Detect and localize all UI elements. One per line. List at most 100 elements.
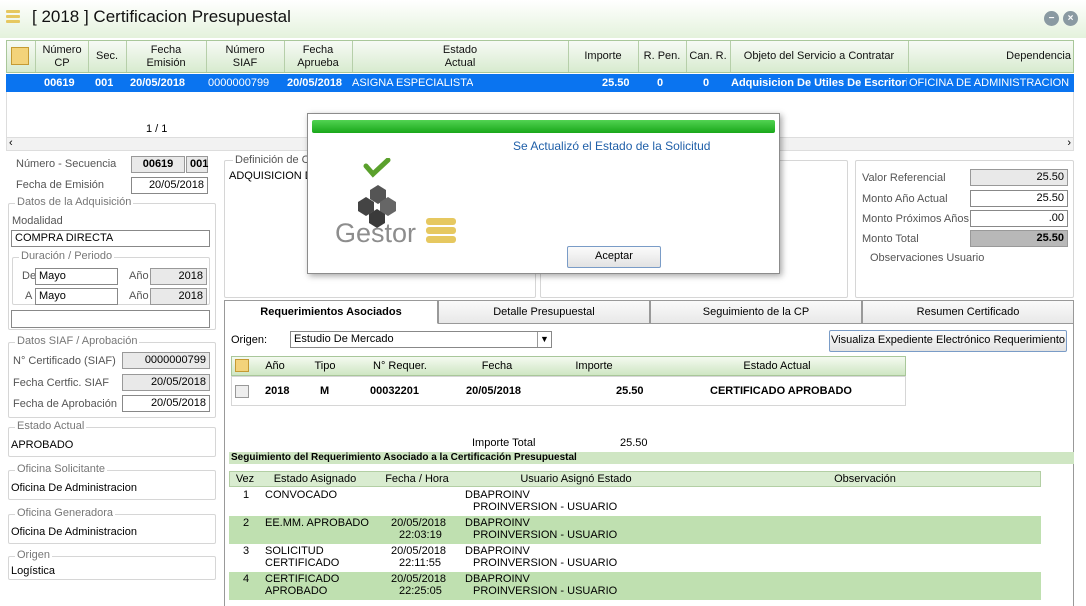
cell-fecha-aprueba: 20/05/2018 bbox=[287, 77, 343, 89]
col-numero-cp[interactable]: Número CP bbox=[37, 44, 87, 70]
seg-perfil: PROINVERSION - USUARIO bbox=[473, 529, 618, 541]
req-col-estado[interactable]: Estado Actual bbox=[647, 360, 907, 372]
req-col-nro[interactable]: N° Requer. bbox=[350, 360, 450, 372]
oficina-generadora-legend: Oficina Generadora bbox=[15, 507, 115, 519]
scroll-left-icon[interactable]: ‹ bbox=[9, 137, 13, 149]
cert-siaf-field[interactable]: 0000000799 bbox=[122, 352, 210, 369]
seg-col-estado[interactable]: Estado Asignado bbox=[260, 473, 370, 485]
close-icon[interactable]: × bbox=[1063, 11, 1078, 26]
anio-field-2[interactable]: 2018 bbox=[150, 288, 207, 305]
oficina-generadora-value: Oficina De Administracion bbox=[11, 526, 137, 538]
cell-estado: ASIGNA ESPECIALISTA bbox=[352, 77, 474, 89]
seg-perfil: PROINVERSION - USUARIO bbox=[473, 501, 618, 513]
tab-resumen-certificado[interactable]: Resumen Certificado bbox=[862, 300, 1074, 324]
seg-col-vez[interactable]: Vez bbox=[232, 473, 258, 485]
req-cell-tipo: M bbox=[320, 385, 330, 397]
col-estado-actual[interactable]: Estado Actual bbox=[353, 44, 567, 70]
req-col-importe[interactable]: Importe bbox=[544, 360, 644, 372]
modalidad-label: Modalidad bbox=[12, 215, 63, 227]
fecha-aprob-field[interactable]: 20/05/2018 bbox=[122, 395, 210, 412]
gestor-logo-text: Gestor bbox=[335, 218, 417, 248]
visualiza-expediente-button[interactable]: Visualiza Expediente Electrónico Requeri… bbox=[829, 330, 1067, 352]
grid-row-selected[interactable]: 00619 001 20/05/2018 0000000799 20/05/20… bbox=[6, 74, 1074, 92]
a-label: A bbox=[25, 290, 33, 302]
seguimiento-header: Vez Estado Asignado Fecha / Hora Usuario… bbox=[229, 471, 1041, 487]
seg-perfil: PROINVERSION - USUARIO bbox=[473, 557, 618, 569]
valor-ref-field[interactable]: 25.50 bbox=[970, 169, 1068, 186]
col-numero-siaf[interactable]: Número SIAF bbox=[207, 44, 283, 70]
req-cell-nro: 00032201 bbox=[370, 385, 419, 397]
monto-actual-field[interactable]: 25.50 bbox=[970, 190, 1068, 207]
origen-legend: Origen bbox=[15, 549, 53, 561]
seg-estado: CONVOCADO bbox=[265, 489, 338, 501]
req-col-tipo[interactable]: Tipo bbox=[302, 360, 348, 372]
tab-seguimiento-cp[interactable]: Seguimiento de la CP bbox=[650, 300, 862, 324]
tab-detalle-presupuestal[interactable]: Detalle Presupuestal bbox=[438, 300, 650, 324]
edit-icon[interactable] bbox=[235, 385, 249, 398]
req-cell-anio: 2018 bbox=[265, 385, 290, 397]
scroll-right-icon[interactable]: › bbox=[1067, 137, 1071, 149]
seguimiento-title: Seguimiento del Requerimiento Asociado a… bbox=[229, 452, 1074, 464]
cell-sec: 001 bbox=[95, 77, 114, 89]
monto-total-field[interactable]: 25.50 bbox=[970, 230, 1068, 247]
a-mes-field[interactable]: Mayo bbox=[35, 288, 118, 305]
seg-row[interactable]: 1 CONVOCADO DBAPROINV PROINVERSION - USU… bbox=[229, 488, 1041, 516]
origen-label: Origen: bbox=[231, 334, 268, 346]
seg-row[interactable]: 2 EE.MM. APROBADO 20/05/2018 22:03:19 DB… bbox=[229, 516, 1041, 544]
fecha-aprob-label: Fecha de Aprobación bbox=[13, 398, 117, 410]
secuencia-field[interactable]: 001 bbox=[186, 156, 208, 173]
cell-fecha-emision: 20/05/2018 bbox=[130, 77, 186, 89]
menu-icon[interactable] bbox=[6, 10, 20, 23]
tab-requerimientos[interactable]: Requerimientos Asociados bbox=[224, 300, 438, 324]
datos-siaf-legend: Datos SIAF / Aprobación bbox=[15, 335, 140, 347]
aceptar-button[interactable]: Aceptar bbox=[567, 246, 661, 268]
origen-select[interactable]: Estudio De Mercado ▼ bbox=[290, 331, 552, 348]
col-r-pen[interactable]: R. Pen. bbox=[639, 50, 685, 63]
adquisicion-extra-field[interactable] bbox=[11, 310, 210, 328]
valor-ref-label: Valor Referencial bbox=[862, 172, 946, 184]
export-icon[interactable] bbox=[11, 47, 29, 65]
seg-usuario: DBAPROINV bbox=[465, 545, 530, 557]
req-col-fecha[interactable]: Fecha bbox=[452, 360, 542, 372]
seg-usuario: DBAPROINV bbox=[465, 517, 530, 529]
origen-value: Logística bbox=[11, 565, 56, 577]
duracion-legend: Duración / Periodo bbox=[19, 250, 115, 262]
message-dialog: Se Actualizó el Estado de la Solicitud G… bbox=[307, 113, 780, 274]
seg-vez: 4 bbox=[243, 573, 250, 585]
seg-fecha: 20/05/2018 bbox=[391, 545, 447, 557]
col-fecha-aprueba[interactable]: Fecha Aprueba bbox=[285, 44, 351, 70]
req-col-anio[interactable]: Año bbox=[252, 360, 298, 372]
fecha-cert-field[interactable]: 20/05/2018 bbox=[122, 374, 210, 391]
chevron-down-icon[interactable]: ▼ bbox=[537, 332, 551, 347]
req-grid-header: Año Tipo N° Requer. Fecha Importe Estado… bbox=[231, 356, 906, 376]
definicion-legend: Definición de C bbox=[233, 154, 312, 166]
anio-label-2: Año bbox=[129, 290, 149, 302]
col-sec[interactable]: Sec. bbox=[89, 50, 125, 63]
col-importe[interactable]: Importe bbox=[569, 50, 637, 63]
observaciones-legend: Observaciones Usuario bbox=[868, 252, 987, 264]
seg-col-fecha[interactable]: Fecha / Hora bbox=[373, 473, 461, 485]
anio-field-1[interactable]: 2018 bbox=[150, 268, 207, 285]
seg-estado: SOLICITUD CERTIFICADO bbox=[265, 545, 340, 569]
de-label: De bbox=[22, 270, 37, 282]
folder-icon[interactable] bbox=[235, 359, 249, 372]
seg-col-usuario[interactable]: Usuario Asignó Estado bbox=[464, 473, 688, 485]
monto-prox-field[interactable]: .00 bbox=[970, 210, 1068, 227]
seg-row[interactable]: 3 SOLICITUD CERTIFICADO 20/05/2018 22:11… bbox=[229, 544, 1041, 572]
cell-importe: 25.50 bbox=[602, 77, 630, 89]
req-cell-importe: 25.50 bbox=[616, 385, 644, 397]
req-row[interactable]: 2018 M 00032201 20/05/2018 25.50 CERTIFI… bbox=[231, 376, 906, 406]
fecha-emision-field[interactable]: 20/05/2018 bbox=[131, 177, 208, 194]
col-fecha-emision[interactable]: Fecha Emisión bbox=[127, 44, 205, 70]
seg-row[interactable]: 4 CERTIFICADO APROBADO 20/05/2018 22:25:… bbox=[229, 572, 1041, 600]
numero-field[interactable]: 00619 bbox=[131, 156, 185, 173]
modalidad-field[interactable]: COMPRA DIRECTA bbox=[11, 230, 210, 247]
seg-col-observacion[interactable]: Observación bbox=[690, 473, 1040, 485]
col-can-r[interactable]: Can. R. bbox=[687, 50, 729, 63]
col-dependencia[interactable]: Dependencia bbox=[909, 50, 1071, 63]
minimize-icon[interactable]: − bbox=[1044, 11, 1059, 26]
de-mes-field[interactable]: Mayo bbox=[35, 268, 118, 285]
col-objeto[interactable]: Objeto del Servicio a Contratar bbox=[731, 50, 907, 63]
dialog-progress-bar bbox=[312, 120, 775, 133]
origen-select-value: Estudio De Mercado bbox=[294, 333, 394, 345]
